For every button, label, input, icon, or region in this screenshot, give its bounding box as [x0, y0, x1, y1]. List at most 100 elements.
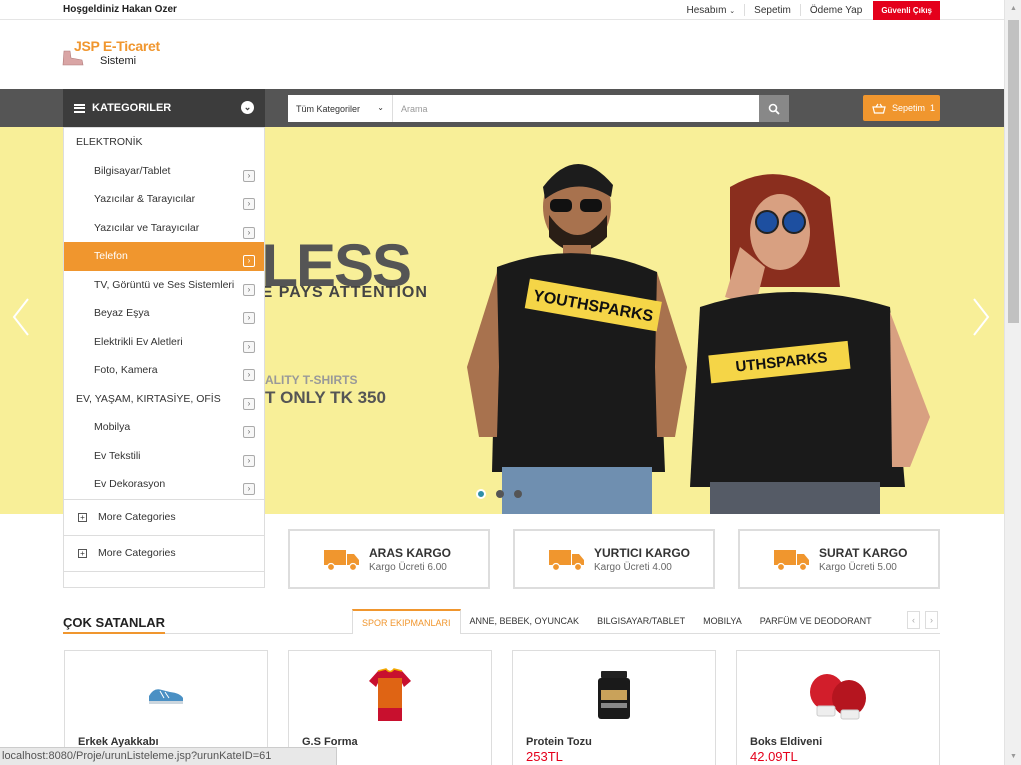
chevron-right-icon[interactable]	[972, 297, 990, 337]
chevron-right-icon: ›	[243, 312, 255, 324]
basket-icon	[872, 103, 886, 114]
search-input[interactable]: Arama	[393, 95, 759, 122]
category-group[interactable]: EV, YAŞAM, KIRTASİYE, OFİS ›	[64, 385, 264, 414]
search-icon	[768, 103, 780, 115]
category-label: Bilgisayar/Tablet	[94, 164, 171, 177]
category-tabs: SPOR EKIPMANLARI ANNE, BEBEK, OYUNCAK BILG…	[352, 609, 881, 634]
category-label: Ev Tekstili	[94, 449, 141, 462]
category-label: Elektrikli Ev Aletleri	[94, 335, 183, 348]
product-image	[737, 665, 939, 725]
category-label: ELEKTRONİK	[76, 136, 143, 149]
product-price: 253TL	[526, 749, 563, 764]
scroll-up-icon[interactable]: ▲	[1005, 0, 1021, 17]
account-link[interactable]: Hesabım ⌄	[678, 5, 745, 16]
categories-label: KATEGORILER	[92, 102, 172, 114]
male-model-image: YOUTHSPARKS	[467, 163, 687, 514]
banner-subheadline: SE PAYS ATTENTION	[250, 284, 428, 301]
tabs-prev-button[interactable]: ‹	[907, 611, 920, 629]
search-category-select[interactable]: Tüm Kategoriler ⌄	[288, 95, 393, 122]
chevron-right-icon: ›	[243, 397, 255, 410]
category-item[interactable]: Telefon ›	[64, 242, 264, 271]
scrollbar-thumb[interactable]	[1008, 20, 1019, 323]
cart-button[interactable]: Sepetim 1	[863, 95, 940, 121]
category-label: TV, Görüntü ve Ses Sistemleri	[94, 278, 235, 291]
protein-jar-image	[598, 671, 630, 719]
cargo-name: SURAT KARGO	[819, 546, 908, 560]
tabs-next-button[interactable]: ›	[925, 611, 938, 629]
logout-button[interactable]: Güvenli Çıkış	[873, 0, 940, 20]
category-item[interactable]: Bilgisayar/Tablet ›	[64, 157, 264, 186]
cargo-price: Kargo Ücreti 4.00	[594, 562, 672, 573]
scroll-down-icon[interactable]: ▼	[1005, 748, 1021, 765]
truck-icon	[324, 550, 359, 572]
sneaker-image	[149, 689, 183, 704]
category-label: Ev Dekorasyon	[94, 478, 166, 491]
checkout-link[interactable]: Ödeme Yap	[801, 5, 871, 16]
cargo-box-aras: ARAS KARGO Kargo Ücreti 6.00	[288, 529, 490, 589]
divider	[63, 633, 940, 634]
product-image	[513, 665, 715, 725]
search-category-value: Tüm Kategoriler	[296, 103, 361, 114]
category-item[interactable]: Foto, Kamera ›	[64, 356, 264, 385]
cart-label: Sepetim	[892, 103, 926, 113]
category-item[interactable]: Mobilya ›	[64, 413, 264, 442]
category-item[interactable]: Ev Dekorasyon ›	[64, 470, 264, 499]
browser-status-url: localhost:8080/Proje/urunListeleme.jsp?u…	[0, 747, 337, 765]
slider-dot[interactable]	[496, 490, 504, 498]
tab-category[interactable]: BILGISAYAR/TABLET	[588, 609, 694, 633]
slider-dot[interactable]	[476, 489, 486, 499]
category-item[interactable]: Ev Tekstili ›	[64, 442, 264, 471]
cargo-name: ARAS KARGO	[369, 546, 452, 560]
jersey-image	[369, 668, 411, 721]
category-item[interactable]: Elektrikli Ev Aletleri ›	[64, 328, 264, 357]
categories-button[interactable]: KATEGORILER ⌄	[63, 89, 265, 127]
category-item[interactable]: TV, Görüntü ve Ses Sistemleri ›	[64, 271, 264, 300]
dropdown-footer	[64, 570, 264, 587]
category-list: ELEKTRONİK Bilgisayar/Tablet › Yazıcılar & …	[64, 128, 264, 499]
cart-link[interactable]: Sepetim	[745, 5, 800, 16]
chevron-right-icon: ›	[243, 369, 255, 381]
chevron-right-icon: ›	[243, 454, 255, 467]
account-label: Hesabım	[686, 4, 727, 16]
section-title-underline	[63, 632, 165, 634]
search-placeholder: Arama	[401, 103, 428, 114]
cargo-box-yurtici: YURTICI KARGO Kargo Ücreti 4.00	[513, 529, 715, 589]
menu-icon	[74, 103, 85, 113]
plus-icon: +	[78, 548, 87, 558]
chevron-right-icon: ›	[243, 283, 255, 296]
female-model-image: UTHSPARKS	[690, 174, 930, 514]
chevron-right-icon: ›	[243, 198, 255, 210]
product-card[interactable]: Protein Tozu 253TL	[512, 650, 716, 765]
cargo-price: Kargo Ücreti 5.00	[819, 562, 897, 573]
category-item[interactable]: Yazıcılar & Tarayıcılar ›	[64, 185, 264, 214]
product-price: 42.09TL	[750, 749, 798, 764]
tab-category[interactable]: PARFÜM VE DEODORANT	[751, 609, 881, 633]
more-categories-button[interactable]: + More Categories	[64, 498, 264, 535]
category-dropdown: ELEKTRONİK Bilgisayar/Tablet › Yazıcılar & …	[63, 127, 265, 588]
chevron-right-icon: ›	[243, 340, 255, 353]
chevron-left-icon[interactable]	[12, 297, 30, 337]
banner-price-text: T ONLY TK 350	[265, 388, 386, 407]
tab-category[interactable]: ANNE, BEBEK, OYUNCAK	[461, 609, 589, 633]
slider-dot[interactable]	[514, 490, 522, 498]
welcome-text: Hoşgeldiniz Hakan Ozer	[63, 4, 177, 15]
more-categories-button[interactable]: + More Categories	[64, 534, 264, 571]
tab-category[interactable]: SPOR EKIPMANLARI	[352, 609, 461, 634]
category-group[interactable]: ELEKTRONİK	[64, 128, 264, 157]
product-card[interactable]: Boks Eldiveni 42.09TL	[736, 650, 940, 765]
category-item[interactable]: Yazıcılar ve Tarayıcılar ›	[64, 214, 264, 243]
search-button[interactable]	[759, 95, 789, 122]
category-label: Telefon	[94, 250, 128, 263]
chevron-right-icon: ›	[243, 426, 255, 438]
tab-category[interactable]: MOBILYA	[694, 609, 751, 633]
category-item[interactable]: Beyaz Eşya ›	[64, 299, 264, 328]
category-label: Yazıcılar & Tarayıcılar	[94, 193, 196, 206]
page-scrollbar[interactable]: ▲ ▼	[1004, 0, 1021, 765]
chevron-right-icon: ›	[243, 255, 255, 267]
product-name: Protein Tozu	[526, 736, 592, 748]
chevron-right-icon: ›	[243, 483, 255, 495]
category-label: Mobilya	[94, 421, 131, 434]
chevron-down-icon: ⌄	[377, 103, 384, 112]
more-categories-label: More Categories	[98, 547, 176, 559]
cargo-box-surat: SURAT KARGO Kargo Ücreti 5.00	[738, 529, 940, 589]
